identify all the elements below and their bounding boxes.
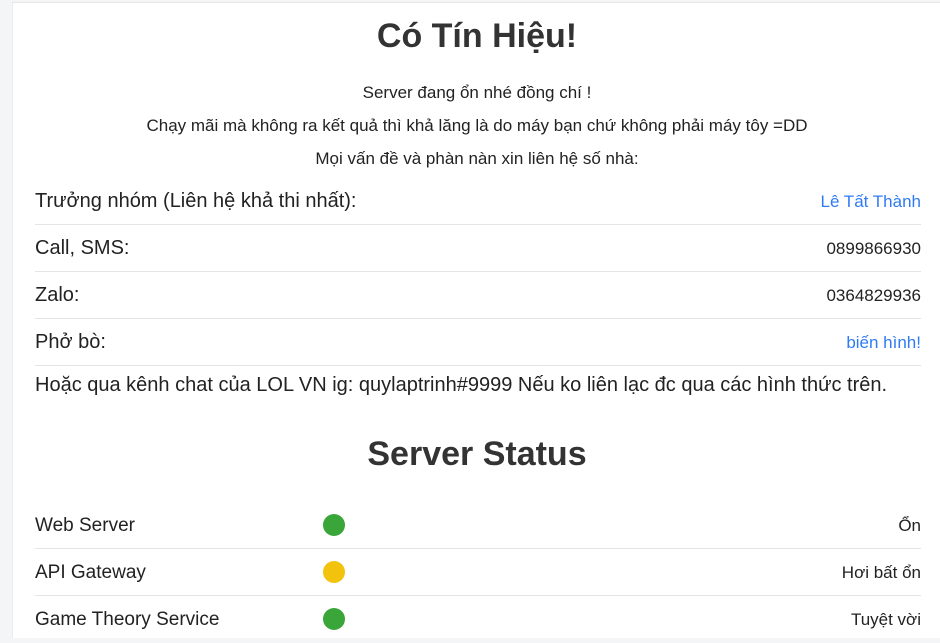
contact-intro: Mọi vấn đề và phàn nàn xin liên hệ số nh… bbox=[315, 149, 639, 168]
status-dot-icon bbox=[323, 514, 345, 536]
service-row-game-theory: Game Theory Service Tuyệt vời bbox=[35, 596, 921, 643]
page-title: Có Tín Hiệu! bbox=[376, 17, 578, 55]
contact-row-zalo: Zalo: 0364829936 bbox=[35, 273, 921, 319]
contact-label: Phở bò: bbox=[35, 331, 106, 353]
leader-link[interactable]: Lê Tất Thành bbox=[820, 192, 921, 212]
status-dot-icon bbox=[323, 608, 345, 630]
pho-link[interactable]: biến hình! bbox=[846, 333, 921, 353]
service-name: Web Server bbox=[35, 515, 135, 536]
service-name: API Gateway bbox=[35, 562, 146, 583]
joke-message: Chạy mãi mà không ra kết quả thì khả lăn… bbox=[146, 116, 808, 135]
service-row-web-server: Web Server Ổn bbox=[35, 502, 921, 549]
server-message: Server đang ổn nhé đồng chí ! bbox=[362, 83, 592, 102]
service-row-api-gateway: API Gateway Hơi bất ổn bbox=[35, 549, 921, 596]
contact-label: Call, SMS: bbox=[35, 237, 130, 259]
status-title: Server Status bbox=[367, 435, 587, 473]
contact-row-pho: Phở bò: biến hình! bbox=[35, 320, 921, 366]
phone-number: 0899866930 bbox=[826, 238, 921, 258]
contact-row-leader: Trưởng nhóm (Liên hệ khả thi nhất): Lê T… bbox=[35, 179, 921, 225]
status-card: Có Tín Hiệu! Server đang ổn nhé đồng chí… bbox=[12, 2, 940, 638]
service-name: Game Theory Service bbox=[35, 609, 220, 630]
other-channel-text: Hoặc qua kênh chat của LOL VN ig: quylap… bbox=[35, 374, 888, 396]
zalo-number: 0364829936 bbox=[826, 285, 921, 305]
service-state: Ổn bbox=[898, 516, 921, 535]
service-state: Hơi bất ổn bbox=[841, 563, 921, 582]
contact-row-call: Call, SMS: 0899866930 bbox=[35, 226, 921, 272]
contact-label: Zalo: bbox=[35, 284, 80, 306]
status-dot-icon bbox=[323, 561, 345, 583]
service-state: Tuyệt vời bbox=[850, 610, 921, 629]
contact-label: Trưởng nhóm (Liên hệ khả thi nhất): bbox=[35, 190, 357, 212]
